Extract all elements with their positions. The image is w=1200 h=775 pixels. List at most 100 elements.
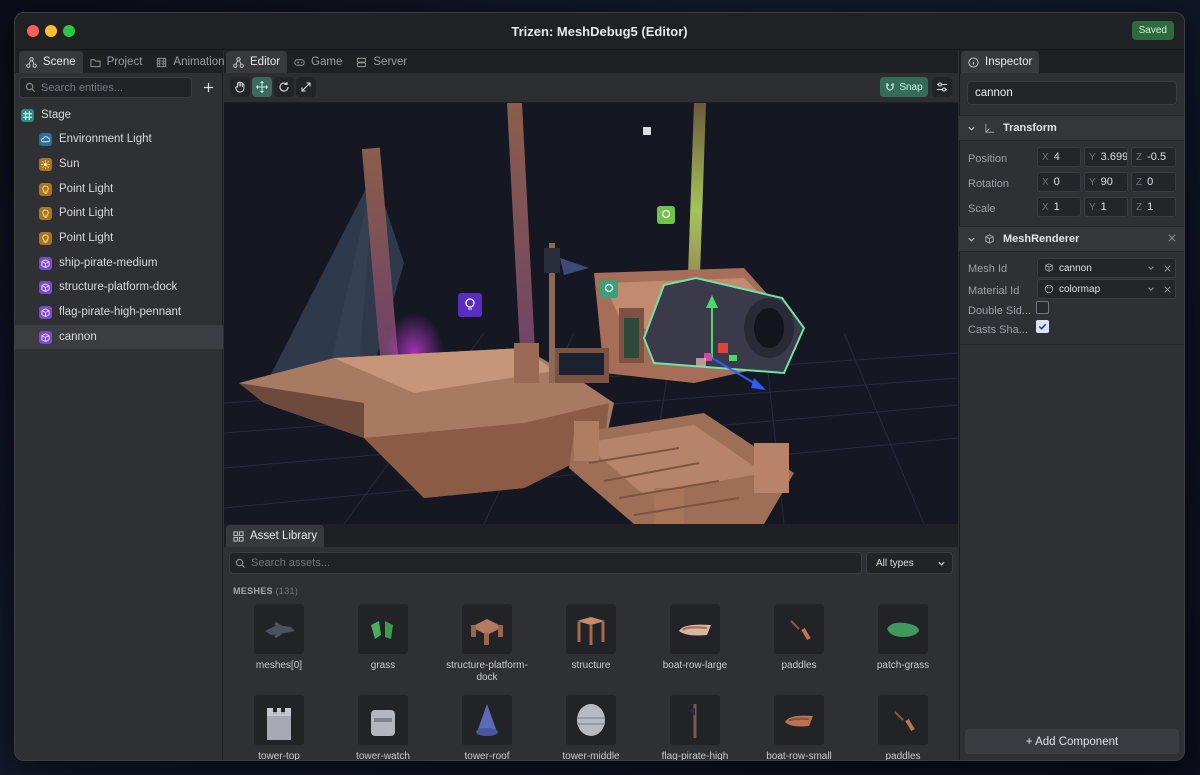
inspector-tabbar: Inspector: [959, 50, 1184, 73]
search-icon: [25, 82, 36, 93]
asset-thumbnail: [462, 695, 512, 745]
tree-item-point-light-2[interactable]: Point Light: [15, 201, 223, 225]
asset-item[interactable]: tower-top: [229, 695, 329, 760]
title-bar: Trizen: MeshDebug5 (Editor) Saved: [15, 13, 1184, 50]
3d-viewport[interactable]: [224, 103, 958, 524]
tree-item-ship-pirate-medium[interactable]: ship-pirate-medium: [15, 251, 223, 275]
snap-button[interactable]: Snap: [880, 77, 928, 97]
scale-x-field[interactable]: X1: [1037, 197, 1081, 217]
double-sided-checkbox[interactable]: [1036, 301, 1049, 314]
chevron-down-icon: [968, 126, 975, 131]
position-z-field[interactable]: Z -0.5: [1131, 147, 1176, 167]
asset-label: tower-middle: [562, 751, 620, 761]
casts-shadows-label: Casts Sha...: [968, 324, 1028, 336]
tree-item-label: Sun: [59, 158, 80, 170]
remove-component-button[interactable]: [1165, 231, 1179, 245]
asset-search-input[interactable]: [251, 557, 841, 569]
tree-item-point-light-1[interactable]: Point Light: [15, 177, 223, 201]
asset-item[interactable]: meshes[0]: [229, 604, 329, 672]
close-icon[interactable]: [1164, 264, 1171, 272]
rotation-y-field[interactable]: Y 90: [1084, 172, 1128, 192]
asset-item[interactable]: boat-row-large: [645, 604, 745, 672]
transform-title: Transform: [1003, 122, 1057, 134]
axis-x-label: X: [1042, 176, 1049, 188]
meshrenderer-section-header[interactable]: MeshRenderer: [959, 226, 1184, 252]
asset-item[interactable]: patch-grass: [853, 604, 953, 672]
position-y-field[interactable]: Y 3.699: [1084, 147, 1128, 167]
tree-item-stage[interactable]: Stage: [15, 103, 223, 127]
asset-item[interactable]: structure-platform-dock: [437, 604, 537, 684]
chevron-down-icon: [1148, 266, 1154, 270]
editor-window: Trizen: MeshDebug5 (Editor) Saved Scene …: [14, 12, 1185, 761]
mesh-id-label: Mesh Id: [968, 263, 1008, 275]
asset-item[interactable]: structure: [541, 604, 641, 672]
asset-thumbnail: [254, 604, 304, 654]
cloud-icon: [39, 132, 52, 146]
asset-item[interactable]: paddles: [749, 604, 849, 672]
scale-label: Scale: [968, 203, 996, 215]
asset-label: paddles: [781, 660, 817, 671]
asset-item[interactable]: tower-middle: [541, 695, 641, 761]
rotation-x-field[interactable]: X0: [1037, 172, 1081, 192]
tree-item-point-light-3[interactable]: Point Light: [15, 226, 223, 250]
close-icon[interactable]: [1164, 285, 1171, 293]
left-tabbar: Scene Project Animation: [15, 50, 225, 73]
tab-editor-label: Editor: [250, 56, 281, 68]
scene-render: [224, 103, 958, 524]
position-x-field[interactable]: X4: [1037, 147, 1081, 167]
asset-item[interactable]: grass: [333, 604, 433, 672]
asset-item[interactable]: flag-pirate-high: [645, 695, 745, 760]
asset-item[interactable]: paddles: [853, 695, 953, 760]
mesh-id-select[interactable]: cannon: [1037, 258, 1176, 278]
chevron-down-icon: [968, 237, 975, 242]
tab-editor[interactable]: Editor: [226, 51, 288, 73]
entity-search[interactable]: [19, 77, 192, 98]
asset-item[interactable]: boat-row-small: [749, 695, 849, 760]
add-entity-button[interactable]: [199, 77, 217, 98]
type-filter-select[interactable]: All types: [866, 552, 953, 574]
tree-item-flag-pirate-high-pennant[interactable]: flag-pirate-high-pennant: [15, 300, 223, 324]
material-id-select[interactable]: colormap: [1037, 279, 1176, 299]
tree-item-environment-light[interactable]: Environment Light: [15, 127, 223, 151]
tree-item-sun[interactable]: Sun: [15, 152, 223, 176]
search-icon: [235, 558, 246, 568]
tab-project[interactable]: Project: [83, 51, 150, 73]
asset-thumbnail: [566, 695, 616, 745]
material-id-value: colormap: [1059, 283, 1101, 295]
hand-tool-button[interactable]: [230, 77, 250, 97]
move-tool-button[interactable]: [252, 77, 272, 97]
asset-item[interactable]: tower-roof: [437, 695, 537, 760]
scale-tool-button[interactable]: [296, 77, 316, 97]
scale-z-field[interactable]: Z1: [1131, 197, 1176, 217]
tree-item-structure-platform-dock[interactable]: structure-platform-dock: [15, 275, 223, 299]
section-title: MESHES: [233, 586, 273, 596]
asset-item[interactable]: tower-watch: [333, 695, 433, 760]
tab-game[interactable]: Game: [287, 51, 349, 73]
viewport-settings-button[interactable]: [932, 77, 952, 97]
asset-thumbnail: [670, 695, 720, 745]
graph-icon: [233, 56, 244, 68]
casts-shadows-checkbox[interactable]: [1036, 320, 1049, 333]
tree-item-cannon[interactable]: cannon: [15, 325, 223, 349]
tab-server[interactable]: Server: [349, 51, 414, 73]
film-icon: [157, 57, 167, 67]
axis-x-label: X: [1042, 151, 1049, 163]
entity-search-input[interactable]: [41, 81, 181, 94]
scale-y-field[interactable]: Y1: [1084, 197, 1128, 217]
rotation-z-field[interactable]: Z0: [1131, 172, 1176, 192]
rotate-tool-button[interactable]: [274, 77, 294, 97]
asset-label: structure: [571, 660, 611, 671]
tab-asset-library[interactable]: Asset Library: [226, 525, 325, 547]
tab-scene[interactable]: Scene: [19, 51, 83, 73]
asset-search[interactable]: [229, 552, 862, 574]
tab-project-label: Project: [106, 56, 143, 68]
rotation-y-value: 90: [1100, 176, 1113, 188]
tab-inspector[interactable]: Inspector: [961, 51, 1040, 73]
add-component-button[interactable]: + Add Component: [965, 729, 1179, 754]
saved-badge: Saved: [1131, 21, 1174, 40]
tab-animation[interactable]: Animation: [149, 51, 231, 73]
entity-name-field[interactable]: cannon: [967, 81, 1177, 105]
transform-section-header[interactable]: Transform: [959, 115, 1184, 141]
magnet-icon: [886, 83, 894, 91]
asset-label: meshes[0]: [255, 660, 303, 671]
